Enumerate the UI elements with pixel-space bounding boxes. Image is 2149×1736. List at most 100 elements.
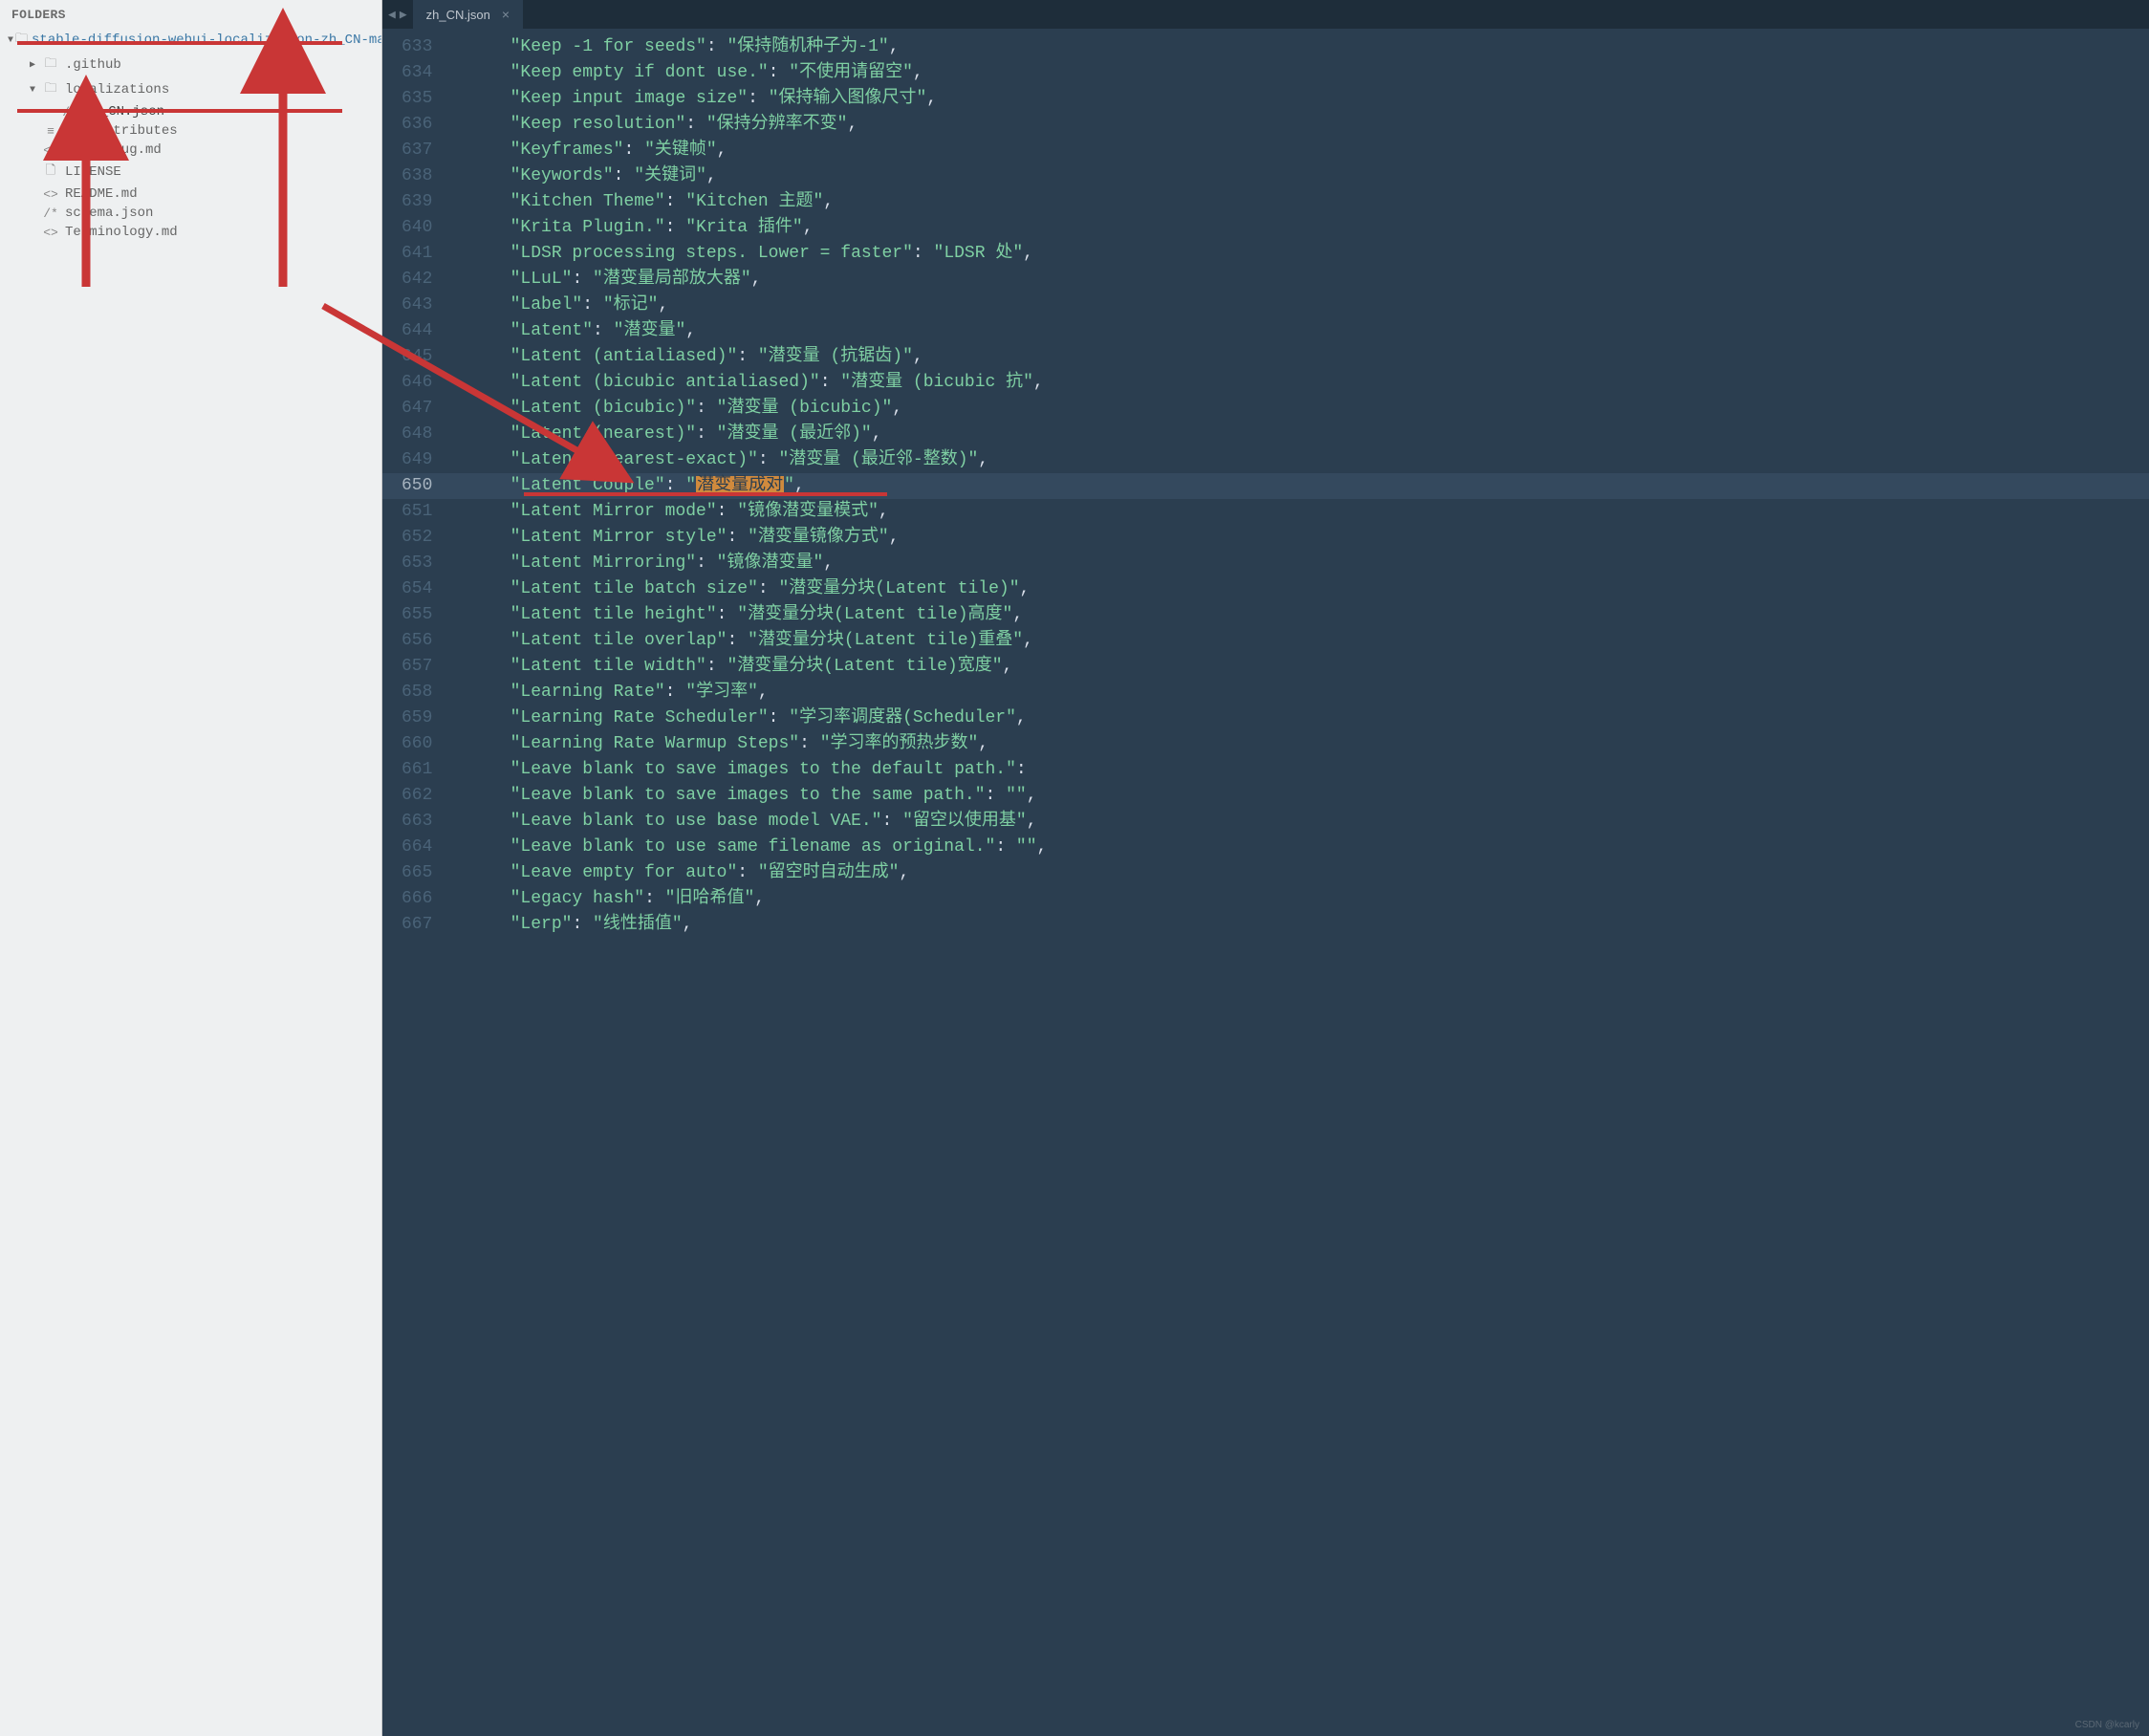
gutter-line: 640 bbox=[402, 215, 432, 241]
code-line[interactable]: "Latent (antialiased)": "潜变量 (抗锯齿)", bbox=[449, 344, 2149, 370]
editor-tab[interactable]: zh_CN.json × bbox=[413, 0, 523, 29]
tree-file-schema[interactable]: /* schema.json bbox=[0, 204, 381, 223]
tab-back-icon[interactable]: ◀ bbox=[388, 8, 396, 22]
code-line[interactable]: "Leave empty for auto": "留空时自动生成", bbox=[449, 860, 2149, 886]
gutter-line: 639 bbox=[402, 189, 432, 215]
gutter-line: 666 bbox=[402, 886, 432, 912]
folder-icon: 🗀 bbox=[15, 30, 28, 51]
code-line[interactable]: "Label": "标记", bbox=[449, 293, 2149, 318]
folder-sidebar: FOLDERS ▼ 🗀 stable-diffusion-webui-local… bbox=[0, 0, 382, 1736]
code-content[interactable]: "Keep -1 for seeds": "保持随机种子为-1", "Keep … bbox=[449, 29, 2149, 1736]
disclosure-triangle-right-icon[interactable]: ▶ bbox=[27, 59, 38, 71]
code-line[interactable]: "Keep -1 for seeds": "保持随机种子为-1", bbox=[449, 34, 2149, 60]
gutter-line: 633 bbox=[402, 34, 432, 60]
gutter-line: 638 bbox=[402, 163, 432, 189]
tree-item-label: LICENSE bbox=[65, 164, 121, 180]
gutter-line: 664 bbox=[402, 835, 432, 860]
code-line[interactable]: "Latent (bicubic)": "潜变量 (bicubic)", bbox=[449, 396, 2149, 422]
gutter-line: 657 bbox=[402, 654, 432, 680]
gutter-line: 650 bbox=[382, 473, 449, 499]
code-line[interactable]: "Latent (bicubic antialiased)": "潜变量 (bi… bbox=[449, 370, 2149, 396]
gutter-line: 634 bbox=[402, 60, 432, 86]
file-code-icon: <> bbox=[40, 187, 61, 202]
tree-file-known-bug[interactable]: <> Known-Bug.md bbox=[0, 141, 381, 160]
close-icon[interactable]: × bbox=[502, 7, 510, 22]
gutter-line: 661 bbox=[402, 757, 432, 783]
code-line[interactable]: "Lerp": "线性插值", bbox=[449, 912, 2149, 938]
code-line[interactable]: "Leave blank to use same filename as ori… bbox=[449, 835, 2149, 860]
code-line[interactable]: "LLuL": "潜变量局部放大器", bbox=[449, 267, 2149, 293]
tree-folder-localizations[interactable]: ▼ 🗀 localizations bbox=[0, 77, 381, 102]
code-line[interactable]: "Learning Rate": "学习率", bbox=[449, 680, 2149, 705]
gutter-line: 655 bbox=[402, 602, 432, 628]
gutter-line: 651 bbox=[402, 499, 432, 525]
code-line[interactable]: "Learning Rate Warmup Steps": "学习率的预热步数"… bbox=[449, 731, 2149, 757]
code-line[interactable]: "LDSR processing steps. Lower = faster":… bbox=[449, 241, 2149, 267]
code-line[interactable]: "Latent (nearest)": "潜变量 (最近邻)", bbox=[449, 422, 2149, 447]
code-line[interactable]: "Keyframes": "关键帧", bbox=[449, 138, 2149, 163]
gutter-line: 641 bbox=[402, 241, 432, 267]
tree-root-folder[interactable]: ▼ 🗀 stable-diffusion-webui-localization-… bbox=[0, 28, 381, 53]
code-line[interactable]: "Leave blank to save images to the same … bbox=[449, 783, 2149, 809]
tab-arrows: ◀ ▶ bbox=[382, 8, 413, 22]
gutter-line: 637 bbox=[402, 138, 432, 163]
code-line[interactable]: "Latent Mirror mode": "镜像潜变量模式", bbox=[449, 499, 2149, 525]
gutter-line: 643 bbox=[402, 293, 432, 318]
code-container: 6336346356366376386396406416426436446456… bbox=[382, 29, 2149, 1736]
code-line[interactable]: "Latent tile width": "潜变量分块(Latent tile)… bbox=[449, 654, 2149, 680]
tree-file-license[interactable]: 🗋 LICENSE bbox=[0, 160, 381, 184]
gutter-line: 656 bbox=[402, 628, 432, 654]
code-line[interactable]: "Latent Mirroring": "镜像潜变量", bbox=[449, 551, 2149, 576]
folder-icon: 🗀 bbox=[40, 54, 61, 76]
code-line[interactable]: "Latent (nearest-exact)": "潜变量 (最近邻-整数)"… bbox=[449, 447, 2149, 473]
code-line[interactable]: "Legacy hash": "旧哈希值", bbox=[449, 886, 2149, 912]
tree-file-readme[interactable]: <> README.md bbox=[0, 184, 381, 204]
tree-file-terminology[interactable]: <> Terminology.md bbox=[0, 223, 381, 242]
tree-item-label: Known-Bug.md bbox=[65, 142, 162, 158]
code-line[interactable]: "Keep resolution": "保持分辨率不变", bbox=[449, 112, 2149, 138]
file-lines-icon: ≡ bbox=[40, 124, 61, 139]
file-code-icon: <> bbox=[40, 143, 61, 158]
tree-item-label: stable-diffusion-webui-localization-zh_C… bbox=[32, 33, 382, 48]
tree-item-label: .github bbox=[65, 57, 121, 73]
code-line[interactable]: "Latent Couple": "潜变量成对", bbox=[449, 473, 2149, 499]
gutter-line: 636 bbox=[402, 112, 432, 138]
file-comment-icon: /* bbox=[40, 206, 61, 221]
gutter-line: 644 bbox=[402, 318, 432, 344]
code-line[interactable]: "Keywords": "关键词", bbox=[449, 163, 2149, 189]
gutter-line: 647 bbox=[402, 396, 432, 422]
gutter-line: 652 bbox=[402, 525, 432, 551]
code-line[interactable]: "Latent Mirror style": "潜变量镜像方式", bbox=[449, 525, 2149, 551]
tab-title: zh_CN.json bbox=[426, 8, 490, 22]
tree-file-gitattributes[interactable]: ≡ .gitattributes bbox=[0, 121, 381, 141]
folder-icon: 🗀 bbox=[40, 79, 61, 100]
gutter-line: 649 bbox=[402, 447, 432, 473]
tree-folder-github[interactable]: ▶ 🗀 .github bbox=[0, 53, 381, 77]
code-line[interactable]: "Latent": "潜变量", bbox=[449, 318, 2149, 344]
disclosure-triangle-down-icon[interactable]: ▼ bbox=[27, 85, 38, 96]
code-line[interactable]: "Keep empty if dont use.": "不使用请留空", bbox=[449, 60, 2149, 86]
tree-file-zhcn-json[interactable]: /* zh_CN.json bbox=[0, 102, 381, 121]
line-gutter: 6336346356366376386396406416426436446456… bbox=[382, 29, 449, 1736]
file-comment-icon: /* bbox=[59, 105, 80, 119]
gutter-line: 646 bbox=[402, 370, 432, 396]
tree-item-label: schema.json bbox=[65, 206, 153, 221]
code-line[interactable]: "Latent tile height": "潜变量分块(Latent tile… bbox=[449, 602, 2149, 628]
code-line[interactable]: "Kitchen Theme": "Kitchen 主题", bbox=[449, 189, 2149, 215]
gutter-line: 658 bbox=[402, 680, 432, 705]
code-line[interactable]: "Latent tile overlap": "潜变量分块(Latent til… bbox=[449, 628, 2149, 654]
code-line[interactable]: "Learning Rate Scheduler": "学习率调度器(Sched… bbox=[449, 705, 2149, 731]
gutter-line: 654 bbox=[402, 576, 432, 602]
disclosure-triangle-down-icon[interactable]: ▼ bbox=[8, 35, 13, 46]
tab-forward-icon[interactable]: ▶ bbox=[400, 8, 407, 22]
code-line[interactable]: "Krita Plugin.": "Krita 插件", bbox=[449, 215, 2149, 241]
code-line[interactable]: "Leave blank to use base model VAE.": "留… bbox=[449, 809, 2149, 835]
tabs-row: ◀ ▶ zh_CN.json × bbox=[382, 0, 2149, 29]
folder-tree: ▼ 🗀 stable-diffusion-webui-localization-… bbox=[0, 28, 381, 242]
code-line[interactable]: "Leave blank to save images to the defau… bbox=[449, 757, 2149, 783]
code-line[interactable]: "Keep input image size": "保持输入图像尺寸", bbox=[449, 86, 2149, 112]
tree-item-label: README.md bbox=[65, 186, 138, 202]
code-line[interactable]: "Latent tile batch size": "潜变量分块(Latent … bbox=[449, 576, 2149, 602]
tree-item-label: Terminology.md bbox=[65, 225, 178, 240]
gutter-line: 659 bbox=[402, 705, 432, 731]
